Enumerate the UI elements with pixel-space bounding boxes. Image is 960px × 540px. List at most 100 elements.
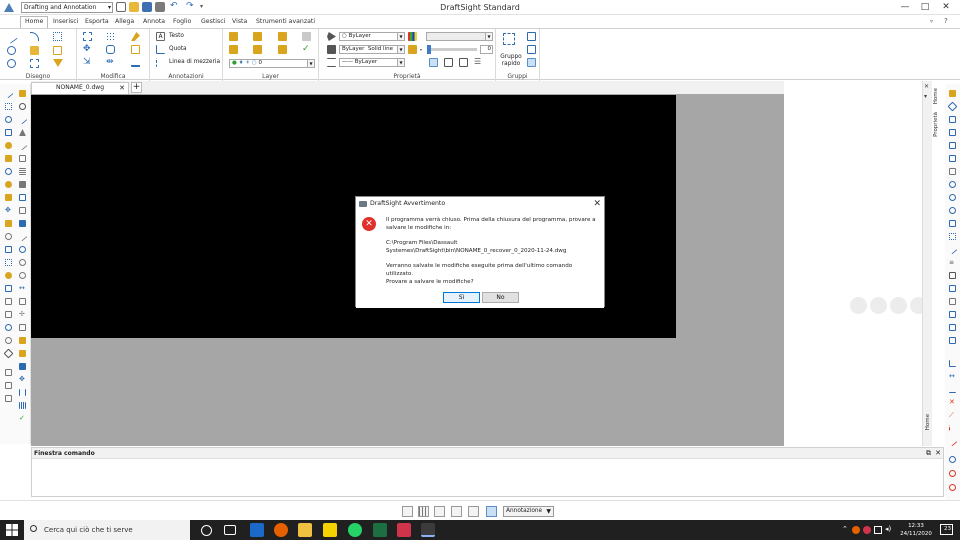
side-tab-home[interactable]: Home [933,88,939,104]
measure-tool-icon[interactable]: ✓ [19,415,26,422]
polar-mode-icon[interactable] [451,506,462,517]
join-tool-icon[interactable] [19,324,26,331]
dimension-button[interactable]: Quota [169,46,187,52]
ray-tool-icon[interactable] [17,114,28,125]
ordinate-dim-icon[interactable] [947,436,958,447]
image-tool-icon[interactable] [5,382,12,389]
redo-icon[interactable]: ↷ [186,2,196,12]
tab-allega[interactable]: Allega [112,17,137,26]
grid-mode-icon[interactable] [418,506,429,517]
baseline-dim-icon[interactable] [949,386,956,393]
quick-select-icon[interactable] [459,58,468,67]
taskbar-search-input[interactable]: Cerca qui ciò che ti serve [24,520,190,540]
align-tool-icon[interactable] [19,298,26,305]
block-palette-icon[interactable] [949,298,956,305]
text-tool-icon[interactable] [5,298,12,305]
offset-icon[interactable] [106,45,115,54]
draw-tool-icon[interactable] [19,90,26,97]
donut-tool-icon[interactable] [5,272,12,279]
extend-tool-icon[interactable] [17,140,28,151]
restore-icon[interactable]: ⧉ [926,448,931,459]
rotate-tool-icon[interactable] [19,246,26,253]
distance-tool-icon[interactable] [949,233,956,240]
pdf-reader-icon[interactable] [397,523,411,537]
layer-off-icon[interactable] [229,45,238,54]
circle-icon[interactable] [7,59,16,68]
ellipse-tool-icon[interactable] [5,233,12,240]
line-tool-icon[interactable] [3,88,14,99]
tray-expand-icon[interactable]: ⌃ [842,525,848,533]
diamond-tool-icon[interactable] [3,348,14,359]
snap-tool-icon[interactable] [947,101,958,112]
rect-tool-icon[interactable] [5,129,12,136]
task-view-icon[interactable] [224,525,236,535]
properties-palette-icon[interactable] [444,58,453,67]
tab-esporta[interactable]: Esporta [82,17,112,26]
explode-tool-icon[interactable] [19,220,26,227]
diameter-dim-icon[interactable]: ⟋ [949,412,956,419]
transparency-dropdown[interactable]: ▼ [426,32,493,41]
region-icon[interactable] [53,46,62,55]
customize-qat-icon[interactable]: ▾ [200,2,210,12]
dialog-close-button[interactable]: ✕ [593,197,601,211]
spline-tool-icon[interactable] [5,259,12,266]
chevron-down-icon[interactable]: ▾ [420,47,425,52]
outlook-icon[interactable] [250,523,264,537]
area-tool-icon[interactable]: ≡ [949,259,956,266]
no-button[interactable]: No [482,292,519,303]
tab-inserisci[interactable]: Inserisci [50,17,81,26]
aligned-dim-icon[interactable]: ↔ [949,373,956,380]
match-properties-icon[interactable] [327,32,336,41]
library-tool-icon[interactable] [949,285,956,292]
offset-tool-icon[interactable]: ✢ [19,311,26,318]
angular-dim-icon[interactable] [949,425,956,432]
tab-home[interactable]: Home [20,16,49,28]
list-icon[interactable]: ☰ [474,58,483,67]
angle-tool-icon[interactable] [947,244,958,255]
move-icon[interactable]: ✥ [83,45,92,54]
snap-mode-icon[interactable] [402,506,413,517]
linetype-dropdown[interactable]: ByLayer Solid line ▼ [339,45,405,54]
stretch-icon[interactable]: ⇲ [83,58,92,67]
transparency-slider[interactable] [427,45,477,54]
break-tool-icon[interactable] [17,231,28,242]
document-tab[interactable]: NONAME_0.dwg ✕ [31,82,129,94]
center-mark-icon[interactable] [949,456,956,463]
arc-length-icon[interactable] [949,470,956,477]
paint-tool-icon[interactable] [19,350,26,357]
tab-foglio[interactable]: Foglio [170,17,194,26]
palette-menu-icon[interactable]: ▾ [924,93,927,100]
whatsapp-icon[interactable] [348,523,362,537]
help-icon[interactable]: ? [944,17,948,25]
linetype-icon[interactable] [327,45,336,54]
ungroup-icon[interactable] [527,45,536,54]
layer-freeze-icon[interactable] [253,45,262,54]
region-tool-icon[interactable] [5,194,12,201]
grid-tool-icon[interactable] [19,402,26,409]
save-icon[interactable] [142,2,152,12]
close-button[interactable]: ✕ [939,2,953,12]
excel-icon[interactable] [373,523,387,537]
group-manager-icon[interactable] [527,32,536,41]
mirror-icon[interactable]: ⇹ [106,58,115,67]
lineweight-dropdown[interactable]: —— ByLayer ▼ [339,58,405,67]
scale-tool-icon[interactable] [19,259,26,266]
linear-dim-icon[interactable] [949,360,956,367]
hatch-tool-icon[interactable] [5,142,12,149]
arc-tool-icon[interactable] [5,168,12,175]
undo-icon[interactable]: ↶ [170,2,180,12]
fillet-tool-icon[interactable] [19,181,26,188]
trim-icon[interactable] [131,58,140,67]
tray-app-icon[interactable] [852,526,860,534]
insert-tool-icon[interactable] [5,369,12,376]
lengthen-tool-icon[interactable]: ↔ [19,285,26,292]
line-icon[interactable] [5,31,18,44]
mtext-tool-icon[interactable] [5,311,12,318]
id-tool-icon[interactable] [949,272,956,279]
tab-strumenti-avanzati[interactable]: Strumenti avanzati [253,17,318,26]
attach-tool-icon[interactable] [5,395,12,402]
notification-center-icon[interactable]: 23 [940,524,953,535]
zoom-tool-icon[interactable] [19,103,26,110]
radius-dim-icon[interactable]: ✕ [949,399,956,406]
array-tool-icon[interactable] [19,168,26,175]
